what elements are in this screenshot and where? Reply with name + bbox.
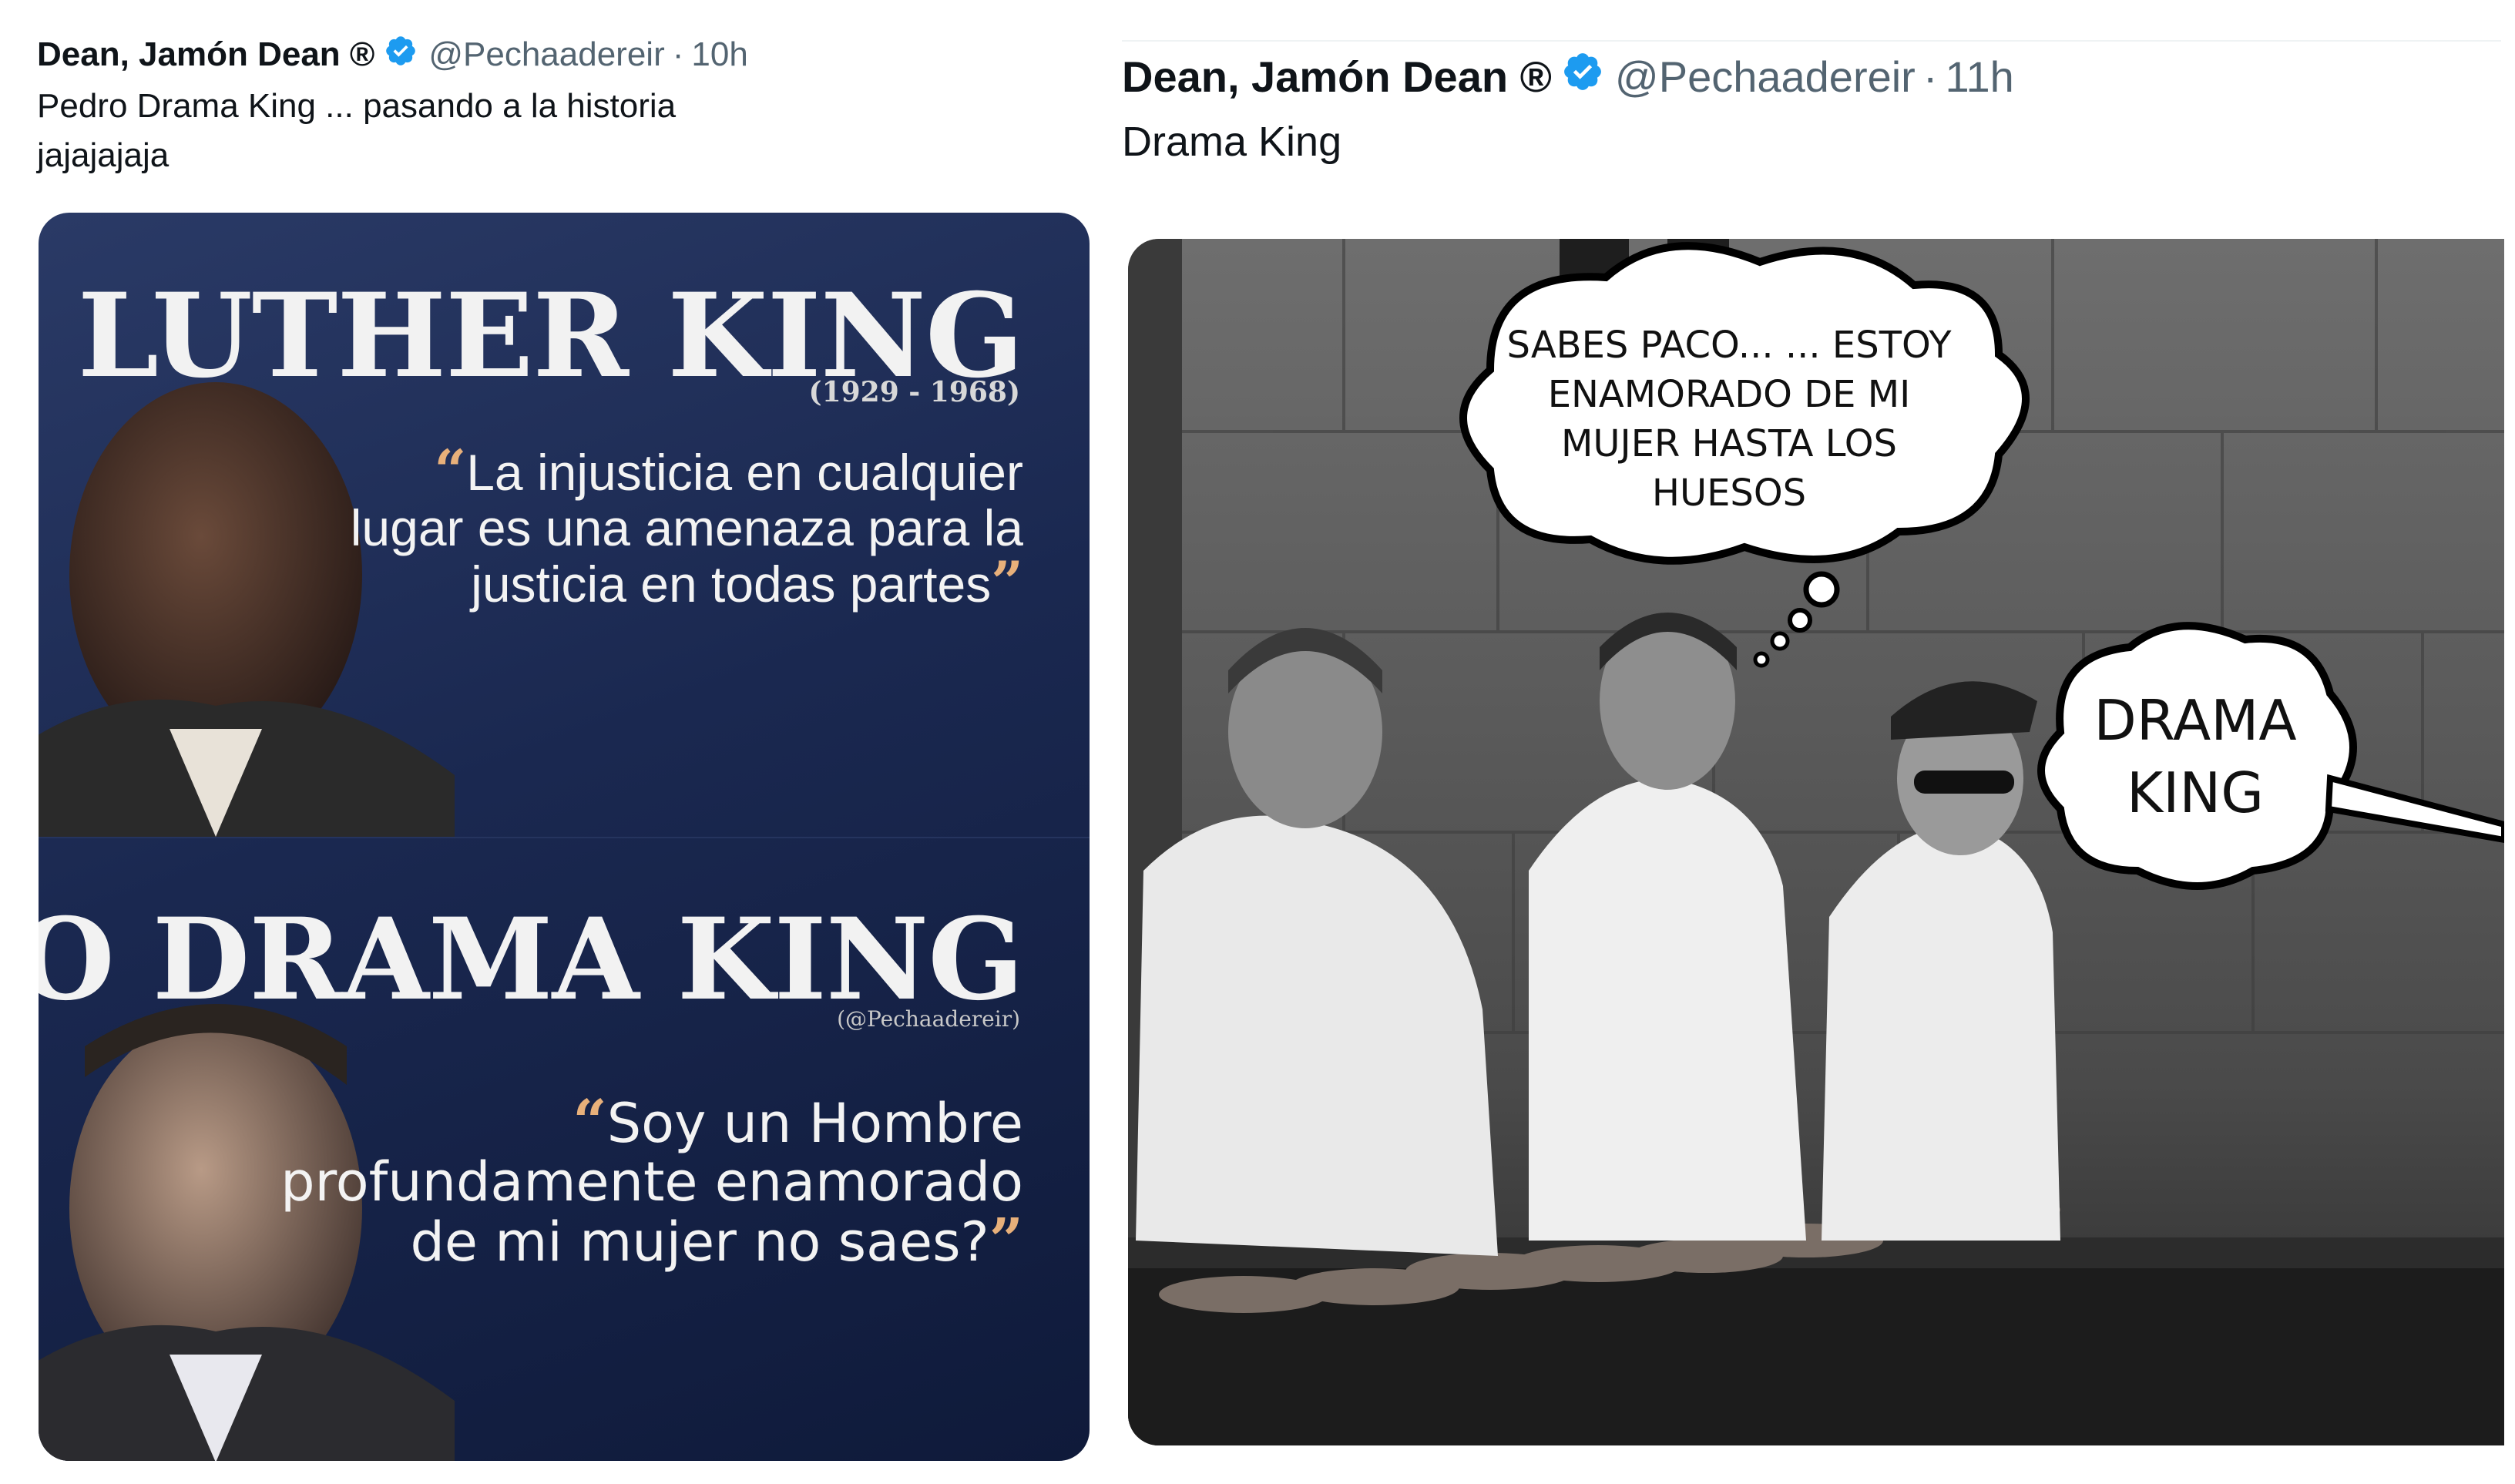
separator-dot: · xyxy=(672,35,684,73)
panel-subtitle: (1929 - 1968) xyxy=(808,376,1020,408)
tweet-header: Dean, Jamón Dean ® @Pechaadereir · 10h xyxy=(37,31,1100,79)
tweet-timestamp[interactable]: 10h xyxy=(691,35,747,74)
separator-dot: · xyxy=(1922,52,1938,101)
meme-panel-bottom: PEDRO DRAMA KING (@Pechaadereir) “Soy un… xyxy=(39,837,1090,1461)
tweet-2[interactable]: Dean, Jamón Dean ® @Pechaadereir · 11h D… xyxy=(1122,46,2493,173)
panel-subtitle: (@Pechaadereir) xyxy=(837,1006,1020,1032)
quote-text: Soy un Hombre profundamente enamorado de… xyxy=(280,1092,1023,1274)
panel-quote: “Soy un Hombre profundamente enamorado d… xyxy=(280,1087,1023,1275)
author-name[interactable]: Dean, Jamón Dean ® xyxy=(37,35,374,74)
person-left xyxy=(1136,628,1498,1256)
speech-bubble-text: DRAMA KING xyxy=(2094,688,2297,825)
tweet-1-image[interactable]: MARTIN LUTHER KING (1929 - 1968) “La inj… xyxy=(39,213,1090,1461)
thought-bubble-text: SABES PACO... ... ESTOY ENAMORADO DE MI … xyxy=(1506,324,1952,515)
meme-panel-top: MARTIN LUTHER KING (1929 - 1968) “La inj… xyxy=(39,213,1090,837)
tweet-2-image[interactable]: SABES PACO... ... ESTOY ENAMORADO DE MI … xyxy=(1128,239,2504,1445)
tweet-text: Drama King xyxy=(1122,119,1342,165)
tweet-text: Pedro Drama King ... pasando a la histor… xyxy=(37,87,677,174)
tweet-1[interactable]: Dean, Jamón Dean ® @Pechaadereir · 10h P… xyxy=(37,31,1100,180)
timeline-divider xyxy=(1122,40,2501,42)
verified-badge-icon xyxy=(1561,50,1604,103)
author-handle[interactable]: @Pechaadereir xyxy=(1615,52,1916,102)
panel-quote: “La injusticia en cualquier lugar es una… xyxy=(350,438,1023,616)
person-center xyxy=(1529,613,1806,1241)
person-right xyxy=(1822,681,2060,1241)
author-handle[interactable]: @Pechaadereir xyxy=(428,35,664,74)
tweet-header: Dean, Jamón Dean ® @Pechaadereir · 11h xyxy=(1122,46,2493,106)
tweet-timestamp[interactable]: 11h xyxy=(1945,52,2013,102)
author-name[interactable]: Dean, Jamón Dean ® xyxy=(1122,52,1552,102)
verified-badge-icon xyxy=(384,34,418,76)
